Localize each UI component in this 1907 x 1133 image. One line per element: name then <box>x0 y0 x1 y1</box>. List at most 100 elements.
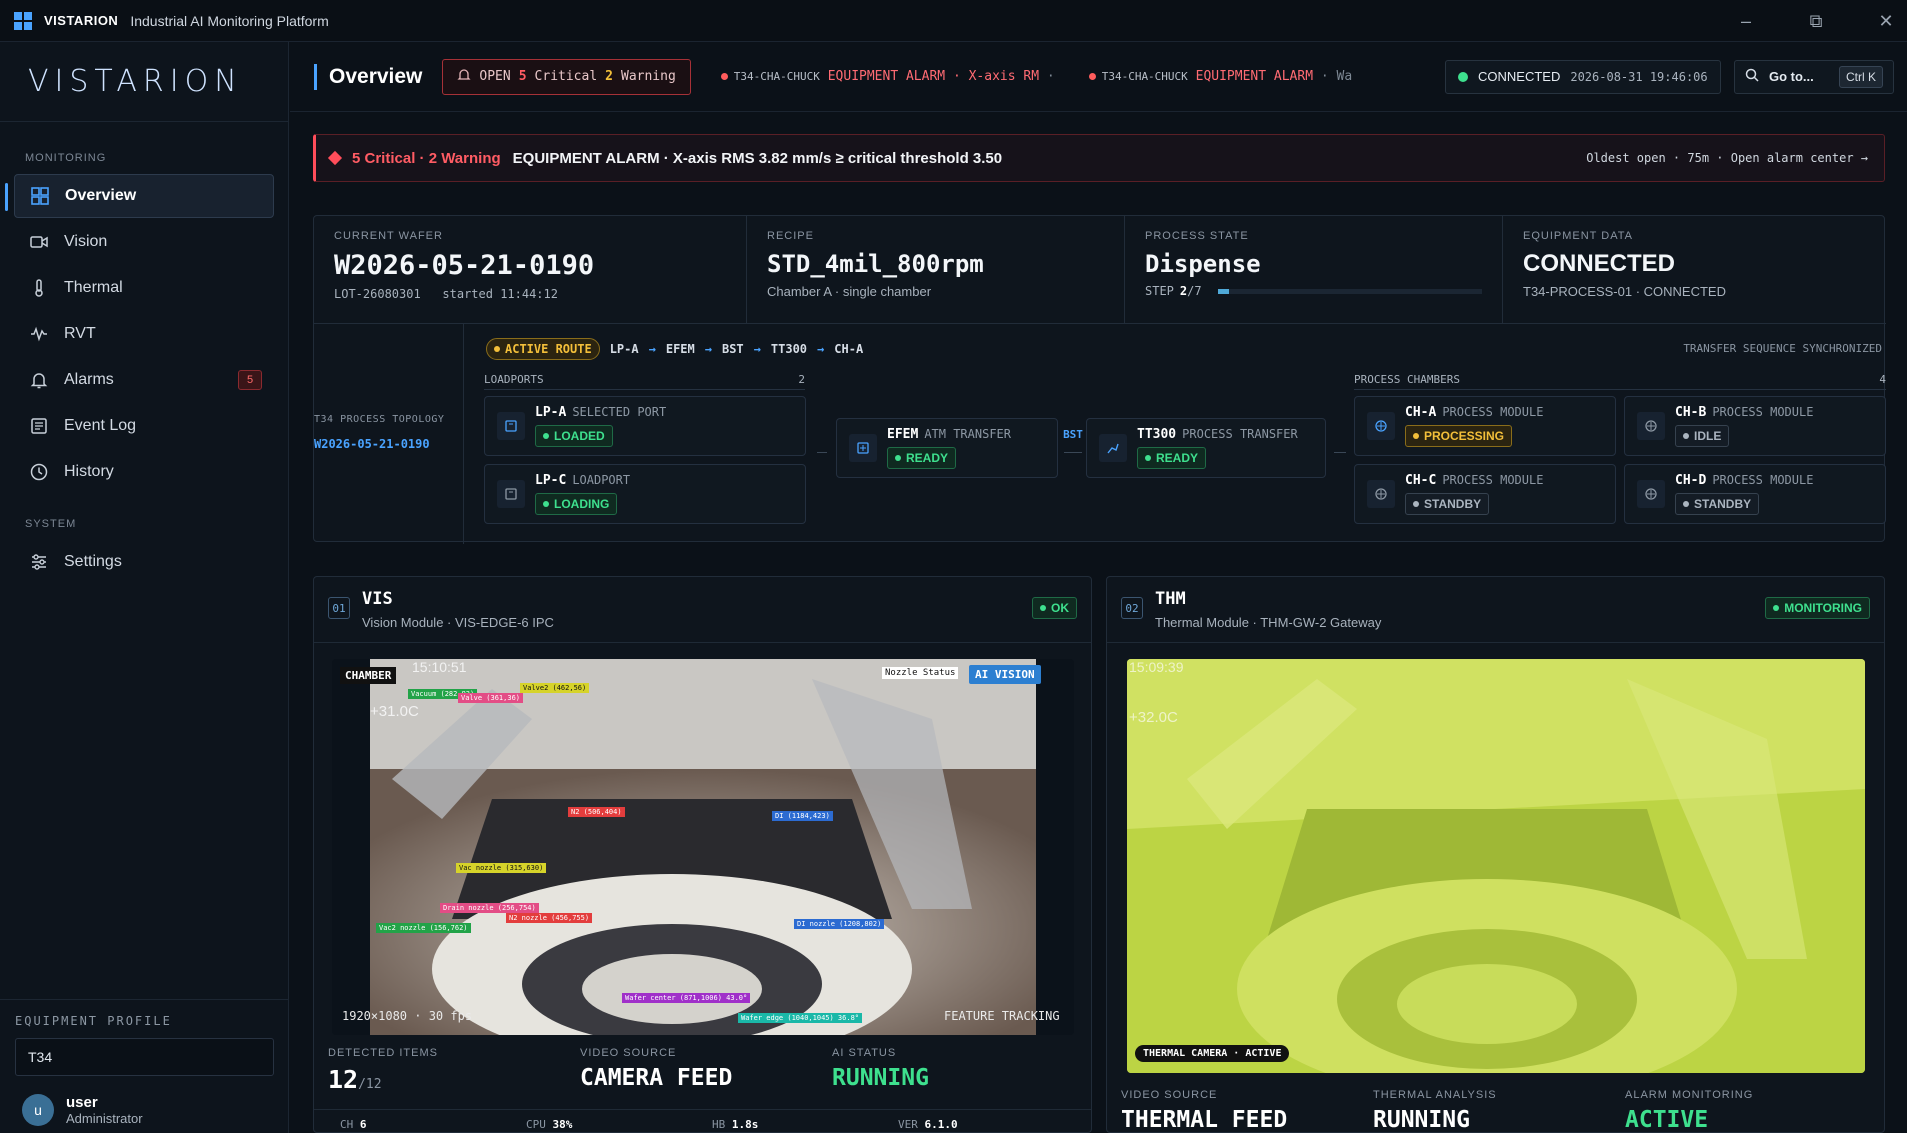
connection-label: CONNECTED <box>1478 69 1561 84</box>
status-badge: STANDBY <box>1675 493 1760 515</box>
equipment-data-card: EQUIPMENT DATA CONNECTED T34-PROCESS-01 … <box>1503 216 1886 323</box>
wafer-id: W2026-05-21-0190 <box>334 250 595 281</box>
alert-message: EQUIPMENT ALARM · X-axis RMS 3.82 mm/s ≥… <box>512 149 1003 167</box>
feed-timestamp: 15:09:39 <box>1129 659 1184 675</box>
alert-diamond-icon <box>327 150 343 166</box>
topology-header: T34 PROCESS TOPOLOGY W2026-05-21-0190 <box>314 324 464 544</box>
equipment-profile-select[interactable]: T34 <box>15 1038 274 1076</box>
bst-buffer[interactable]: BST <box>1058 428 1088 441</box>
alarm-count-badge: 5 <box>238 370 262 390</box>
sidebar-item-settings[interactable]: Settings <box>14 540 274 584</box>
nav-section-system: SYSTEM <box>25 518 77 530</box>
thermal-camera-feed[interactable]: 15:09:39 +32.0C THERMAL CAMERA · ACTIVE <box>1127 659 1865 1073</box>
step-progress-bar <box>1217 288 1482 294</box>
efem-icon <box>849 434 877 462</box>
sidebar-item-alarms[interactable]: Alarms 5 <box>14 358 274 402</box>
alarm-monitoring-value: ACTIVE <box>1625 1107 1709 1133</box>
status-badge: MONITORING <box>1765 597 1870 619</box>
route-step: CH-A <box>834 342 864 356</box>
process-topology: T34 PROCESS TOPOLOGY W2026-05-21-0190 AC… <box>314 323 1886 544</box>
node-efem[interactable]: EFEM ATM TRANSFER READY <box>836 418 1058 478</box>
minimize-icon[interactable]: – <box>1716 0 1776 42</box>
process-state-card: PROCESS STATE Dispense STEP 2/7 <box>1125 216 1503 323</box>
panel-subtitle: Thermal Module · THM-GW-2 Gateway <box>1155 615 1382 630</box>
camera-icon <box>28 231 50 253</box>
thermometer-icon <box>28 277 50 299</box>
sidebar-item-thermal[interactable]: Thermal <box>14 266 274 310</box>
sidebar-item-overview[interactable]: Overview <box>5 174 274 218</box>
process-summary: CURRENT WAFER W2026-05-21-0190 LOT-26080… <box>313 215 1886 544</box>
node-lp-a[interactable]: LP-A SELECTED PORT LOADED <box>484 396 806 456</box>
recipe-sub: Chamber A · single chamber <box>767 284 932 299</box>
node-lp-c[interactable]: LP-C LOADPORT LOADING <box>484 464 806 524</box>
status-badge: IDLE <box>1675 425 1730 447</box>
vision-camera-feed[interactable]: CHAMBER 15:10:51 +31.0C Nozzle Status AI… <box>332 659 1074 1035</box>
topology-wafer[interactable]: W2026-05-21-0190 <box>314 437 430 451</box>
shortcut-hint: Ctrl K <box>1839 65 1883 88</box>
equipment-sub: T34-PROCESS-01 · CONNECTED <box>1523 284 1726 299</box>
stat-label: THERMAL ANALYSIS <box>1373 1089 1497 1101</box>
node-ch-c[interactable]: CH-C PROCESS MODULE STANDBY <box>1354 464 1616 524</box>
connector-line <box>1334 452 1346 453</box>
panel-header: 01 VIS Vision Module · VIS-EDGE-6 IPC OK <box>314 577 1091 643</box>
waveform-icon <box>28 323 50 345</box>
feed-temperature: +32.0C <box>1129 709 1178 726</box>
alarm-ticker[interactable]: T34-CHA-CHUCK EQUIPMENT ALARM · X-axis R… <box>720 59 1421 95</box>
node-ch-b[interactable]: CH-B PROCESS MODULE IDLE <box>1624 396 1886 456</box>
detection-label: Wafer center (871,1006) 43.0° <box>622 993 751 1003</box>
current-wafer-card: CURRENT WAFER W2026-05-21-0190 LOT-26080… <box>314 216 747 323</box>
resolution-readout: 1920×1080 · 30 fps <box>342 1009 473 1023</box>
stat-label: AI STATUS <box>832 1047 897 1059</box>
sidebar-item-label: Overview <box>65 187 137 204</box>
panel-number: 01 <box>328 597 350 619</box>
critical-alert-banner[interactable]: 5 Critical · 2 Warning EQUIPMENT ALARM ·… <box>313 134 1885 182</box>
user-menu[interactable]: u user Administrator <box>22 1094 289 1126</box>
detection-label: DI nozzle (1208,802) <box>794 919 885 929</box>
node-ch-a[interactable]: CH-A PROCESS MODULE PROCESSING <box>1354 396 1616 456</box>
open-alarm-center-link[interactable]: Oldest open · 75m · Open alarm center → <box>1586 151 1868 165</box>
node-ch-d[interactable]: CH-D PROCESS MODULE STANDBY <box>1624 464 1886 524</box>
profile-label: EQUIPMENT PROFILE <box>15 1014 172 1028</box>
close-icon[interactable]: ✕ <box>1856 0 1907 42</box>
sidebar-item-event-log[interactable]: Event Log <box>14 404 274 448</box>
avatar: u <box>22 1094 54 1126</box>
sidebar-item-rvt[interactable]: RVT <box>14 312 274 356</box>
bell-icon <box>28 369 50 391</box>
alert-counts: 5 Critical · 2 Warning <box>352 149 501 167</box>
active-route: ACTIVE ROUTE LP-A → EFEM → BST → TT300 → CH-… <box>486 338 863 360</box>
clock-readout: 2026-08-31 19:46:06 <box>1570 69 1708 84</box>
command-palette-button[interactable]: Go to... Ctrl K <box>1734 59 1894 94</box>
restore-icon[interactable]: ⧉ <box>1786 0 1846 42</box>
list-icon <box>28 415 50 437</box>
sidebar-item-vision[interactable]: Vision <box>14 220 274 264</box>
title-bar: VISTARION Industrial AI Monitoring Platf… <box>0 0 1907 42</box>
sidebar-item-label: Event Log <box>64 417 137 434</box>
feed-temperature: +31.0C <box>370 703 419 720</box>
status-badge: OK <box>1032 597 1077 619</box>
open-label: OPEN <box>479 69 511 84</box>
status-badge: STANDBY <box>1405 493 1490 515</box>
stat-label: DETECTED ITEMS <box>328 1047 438 1059</box>
ticker-item: T34-CHA-CHUCK EQUIPMENT ALARM · Wa <box>1088 69 1352 84</box>
loadport-icon <box>497 412 525 440</box>
open-alarms-button[interactable]: OPEN 5 Critical 2 Warning <box>442 58 691 95</box>
stat-label: ALARM MONITORING <box>1625 1089 1754 1101</box>
detection-label: Vac2 nozzle (156,762) <box>376 923 471 933</box>
route-step: BST <box>721 342 744 356</box>
recipe-name: STD_4mil_800rpm <box>767 250 984 278</box>
vis-panel: 01 VIS Vision Module · VIS-EDGE-6 IPC OK… <box>313 576 1092 1133</box>
clock-icon <box>28 461 50 483</box>
ai-vision-badge: AI VISION <box>969 665 1041 684</box>
nav-section-monitoring: MONITORING <box>25 152 107 164</box>
tracking-label: FEATURE TRACKING <box>944 1009 1060 1023</box>
top-header: Overview OPEN 5 Critical 2 Warning T34-C… <box>290 42 1907 112</box>
panel-number: 02 <box>1121 597 1143 619</box>
warning-count: 2 <box>605 69 613 84</box>
sidebar: VISTARION MONITORING Overview Vision The… <box>0 42 289 1133</box>
node-tt300[interactable]: TT300 PROCESS TRANSFER READY <box>1086 418 1326 478</box>
status-badge: READY <box>887 447 957 469</box>
sidebar-item-history[interactable]: History <box>14 450 274 494</box>
chambers-header: PROCESS CHAMBERS 4 <box>1354 373 1886 390</box>
chamber-icon <box>1367 412 1395 440</box>
loadport-icon <box>497 480 525 508</box>
